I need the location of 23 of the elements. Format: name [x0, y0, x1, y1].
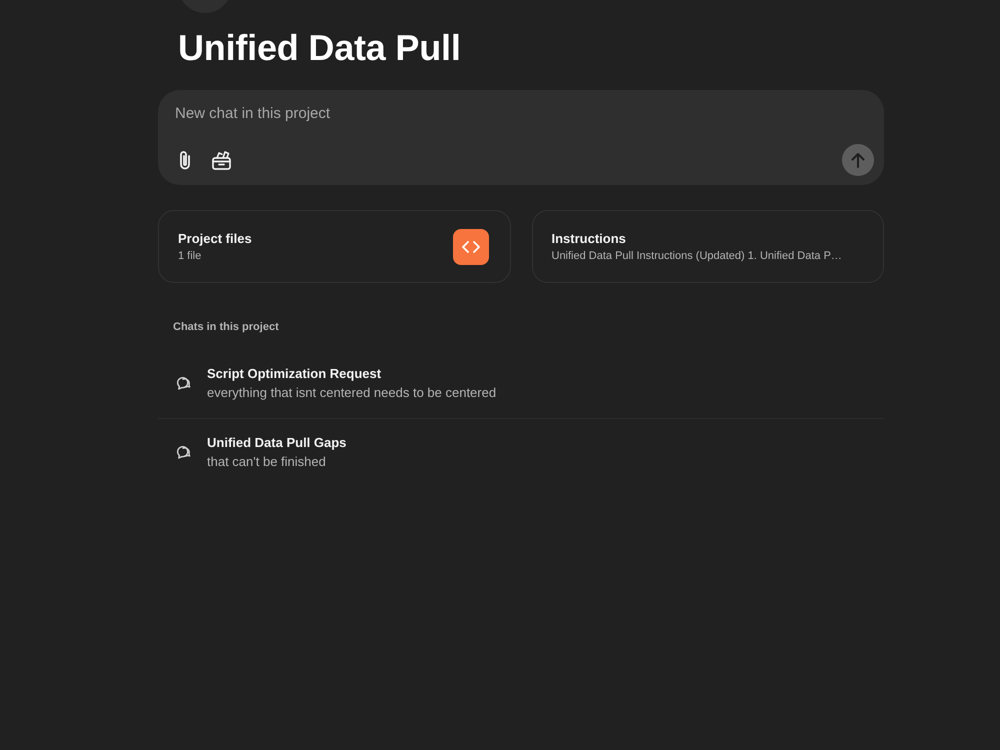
card-title: Project files [178, 230, 253, 246]
card-subtitle: 1 file [178, 248, 202, 264]
paperclip-icon [178, 150, 192, 170]
section-heading: Chats in this project [173, 320, 280, 335]
chat-title: Unified Data Pull Gaps [207, 434, 346, 452]
card-title: Instructions [552, 230, 627, 246]
box-icon [212, 150, 230, 170]
send-button[interactable] [842, 144, 874, 176]
project-tool-button[interactable] [211, 150, 231, 170]
chat-preview: everything that isnt centered needs to be centered [207, 384, 496, 402]
chat-bubbles-icon [174, 444, 191, 460]
code-icon [452, 228, 488, 264]
message-input[interactable]: New chat in this project [175, 103, 874, 125]
card-subtitle: Unified Data Pull Instructions (Updated) 1. Unified Data P… [552, 248, 843, 264]
instructions-card[interactable]: Instructions Unified Data Pull Instructions (Updated) 1. Unified Data P… [532, 210, 884, 283]
project-title: Unified Data Pull [178, 26, 462, 69]
chat-preview: that can't be finished [207, 453, 327, 471]
chat-item[interactable]: Script Optimization Request everything that isnt centered needs to be centered [158, 350, 884, 419]
chat-title: Script Optimization Request [207, 365, 382, 383]
project-files-card[interactable]: Project files 1 file [158, 210, 510, 283]
chat-item[interactable]: Unified Data Pull Gaps that can't be finished [158, 419, 884, 487]
chat-bubbles-icon [174, 376, 191, 390]
arrow-up-icon [851, 152, 865, 168]
